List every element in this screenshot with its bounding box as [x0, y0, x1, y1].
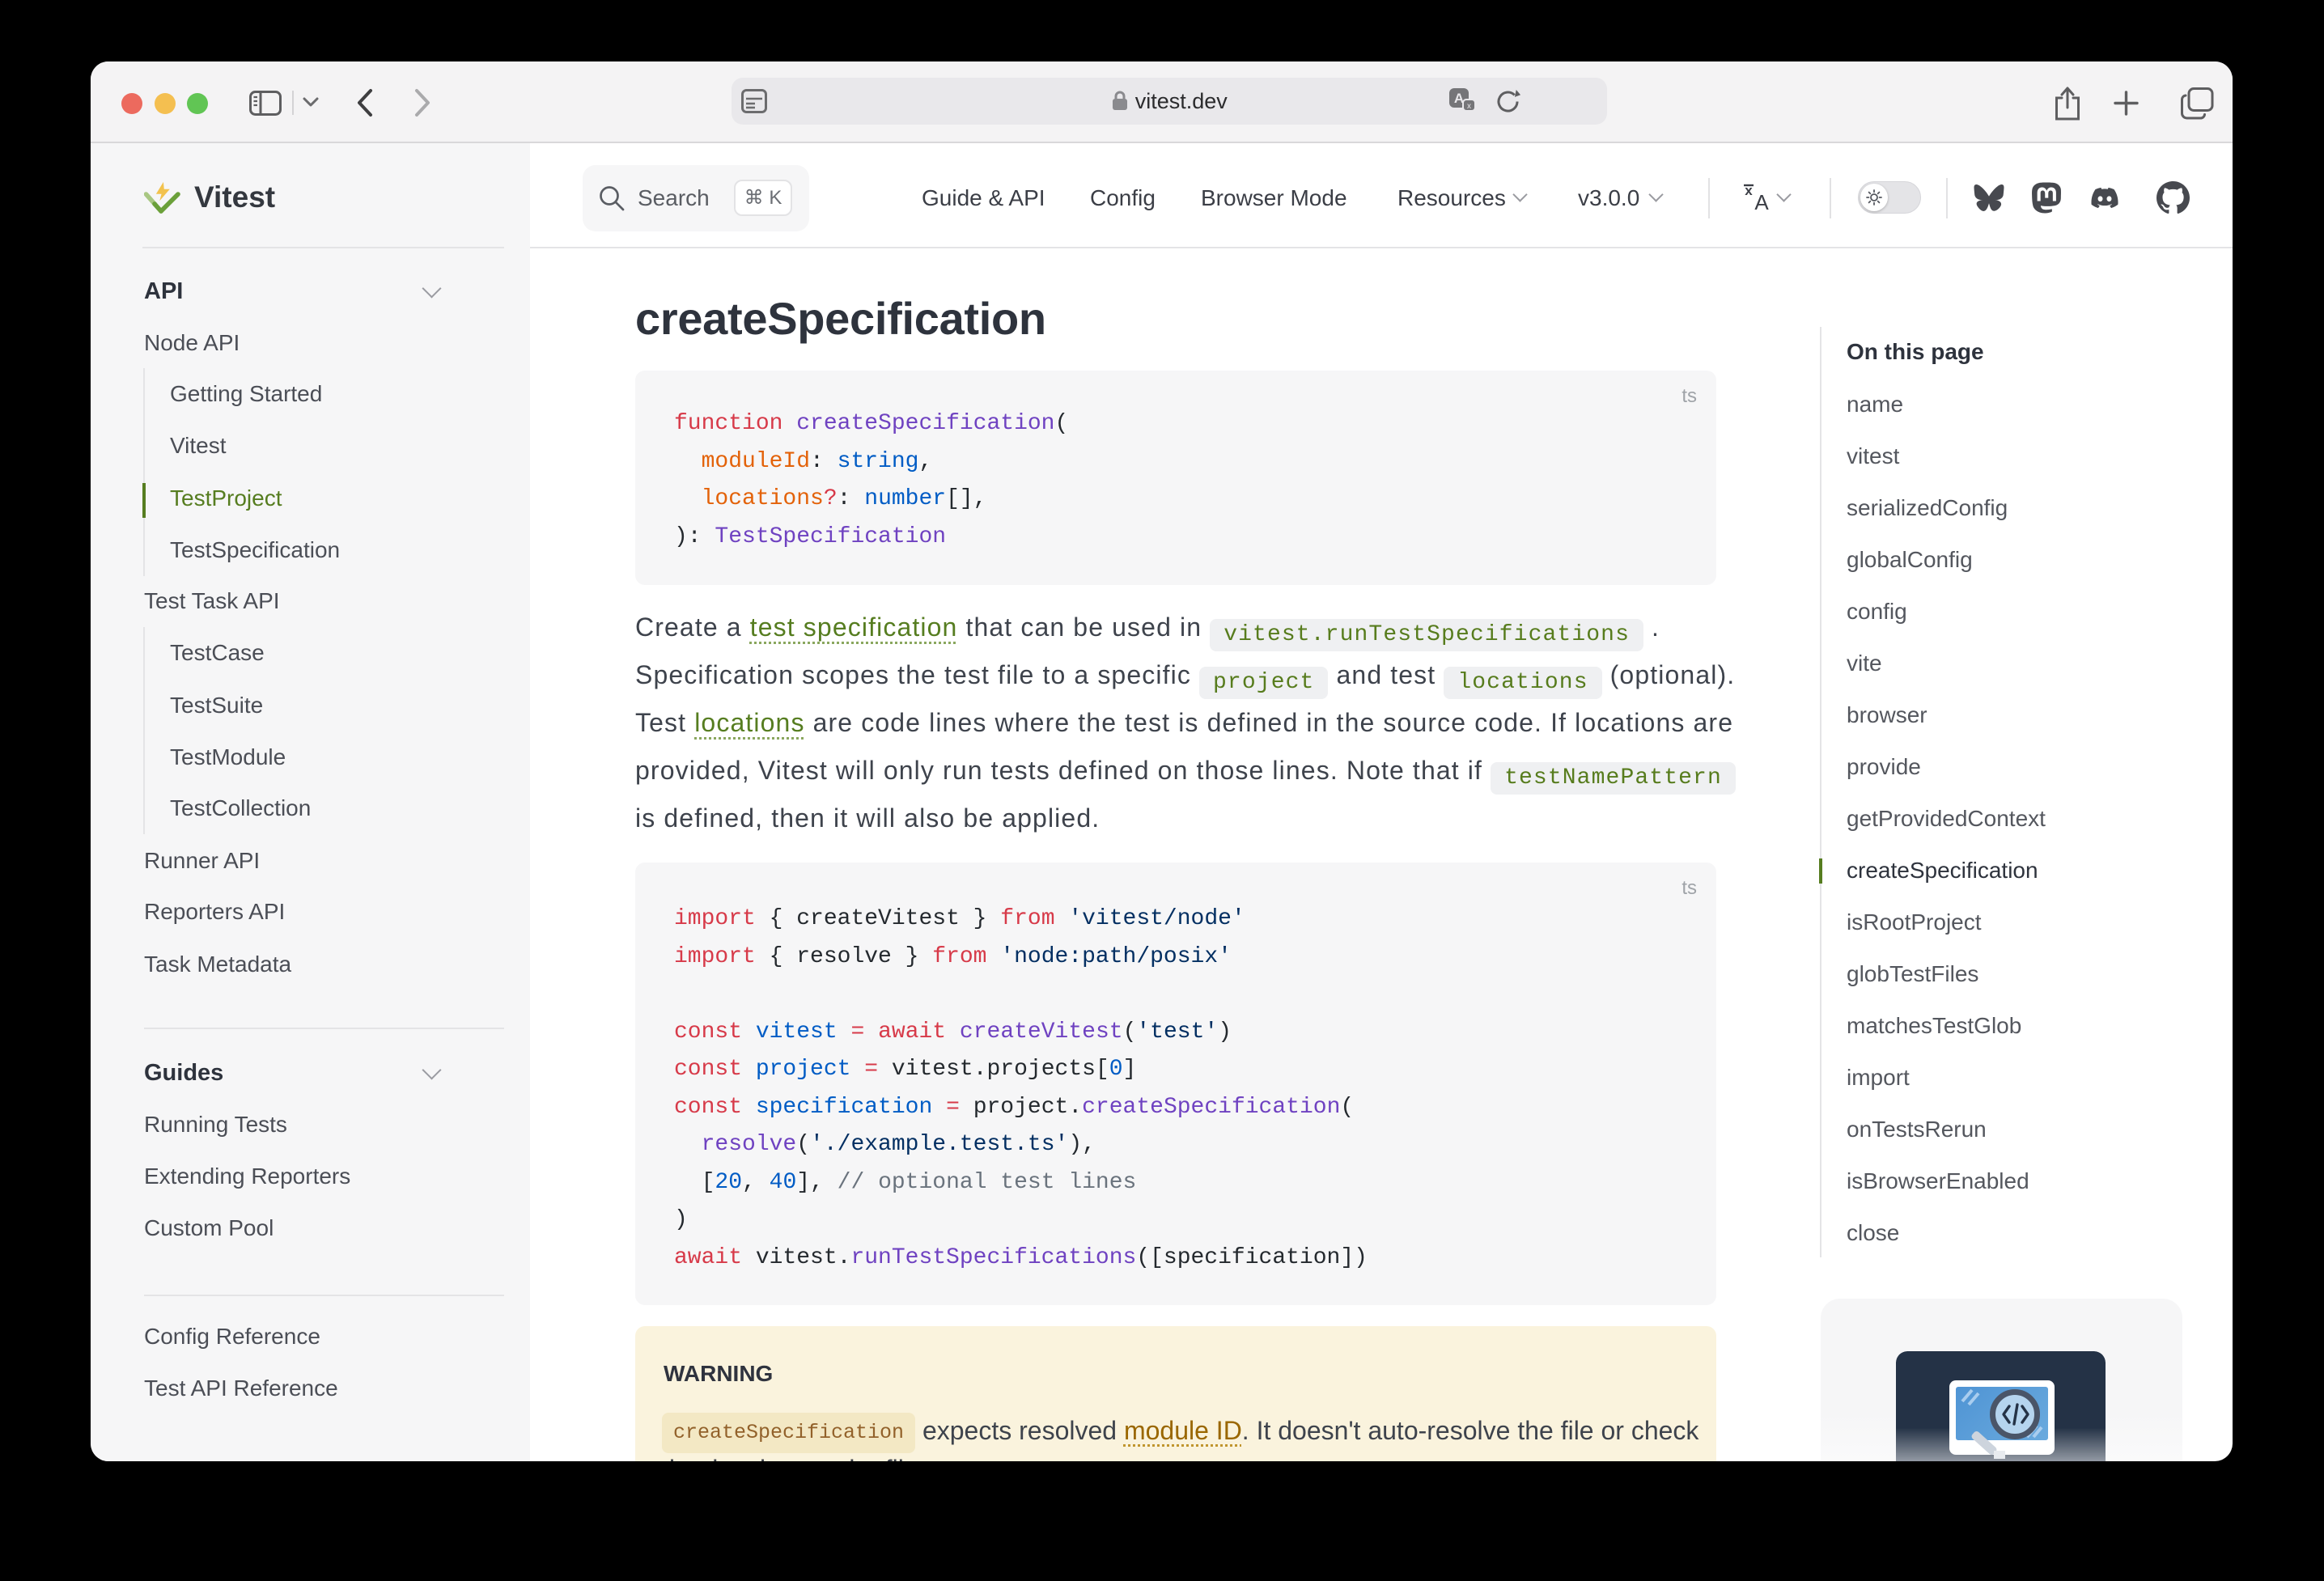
svg-text:A: A: [1754, 190, 1769, 212]
svg-text:x: x: [1467, 102, 1471, 111]
